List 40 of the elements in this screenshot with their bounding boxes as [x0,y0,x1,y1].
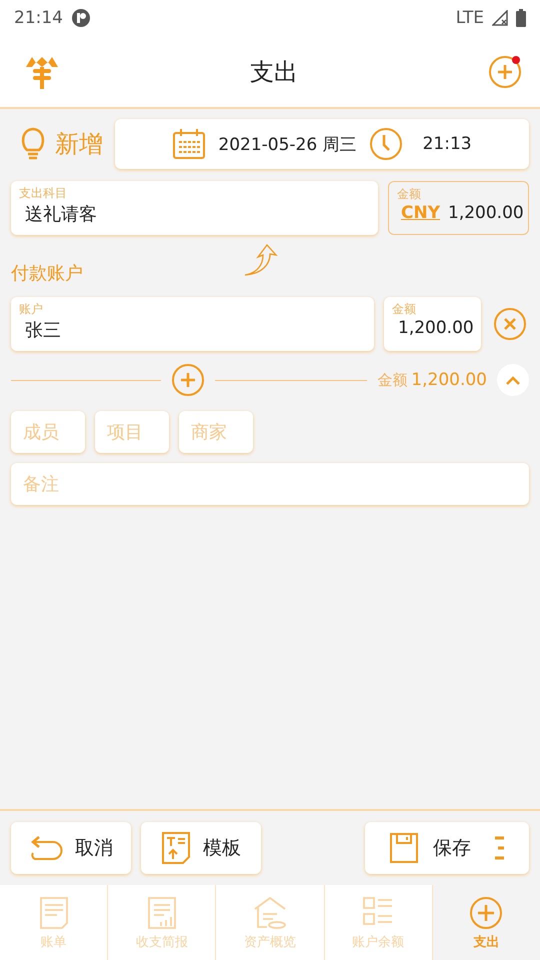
calendar-icon[interactable] [172,128,206,160]
lightbulb-icon [19,126,47,162]
plus-circle-icon [469,894,504,930]
total-label: 金额 [377,370,408,390]
amount-field[interactable]: 金额 CNY 1,200.00 [388,181,529,235]
note-field[interactable]: 备注 [11,463,529,505]
section-title: 付款账户 [11,262,83,285]
save-button[interactable]: 保存 [365,822,529,874]
template-icon [161,831,191,865]
template-button[interactable]: 模板 [141,822,261,874]
remove-icon[interactable] [493,307,527,341]
tag-field[interactable]: 商家 [179,411,253,453]
yuan-logo-icon [24,54,60,88]
amount-value: 1,200.00 [448,203,524,223]
date-value[interactable]: 2021-05-26 周三 [218,132,357,156]
amount-label: 金额 [397,186,422,203]
tag-field[interactable]: 成员 [11,411,85,453]
total-value: 1,200.00 [411,370,487,390]
status-time: 21:14 [14,8,63,28]
page-title: 支出 [250,56,298,88]
network-label: LTE [456,8,484,28]
menu-icon [493,835,505,861]
add-button[interactable] [488,54,522,88]
app-notification-icon [71,8,91,28]
house-coins-icon [253,894,287,930]
undo-arrow-icon [29,833,63,863]
signal-icon [492,10,508,26]
account-field[interactable]: 账户 张三 [11,297,374,351]
collapse-button[interactable] [497,364,529,396]
mode-label: 新增 [55,129,103,160]
clock-icon[interactable] [368,127,403,161]
battery-icon [516,9,526,27]
add-account-icon[interactable] [171,363,205,397]
account-amount-field[interactable]: 金额 1,200.00 [384,297,481,351]
curved-arrow-icon [243,243,279,277]
chevron-icon [505,375,521,385]
cancel-button[interactable]: 取消 [11,822,131,874]
tag-field[interactable]: 项目 [95,411,169,453]
time-value[interactable]: 21:13 [422,134,472,154]
category-field[interactable]: 支出科目 送礼请客 [11,181,378,235]
